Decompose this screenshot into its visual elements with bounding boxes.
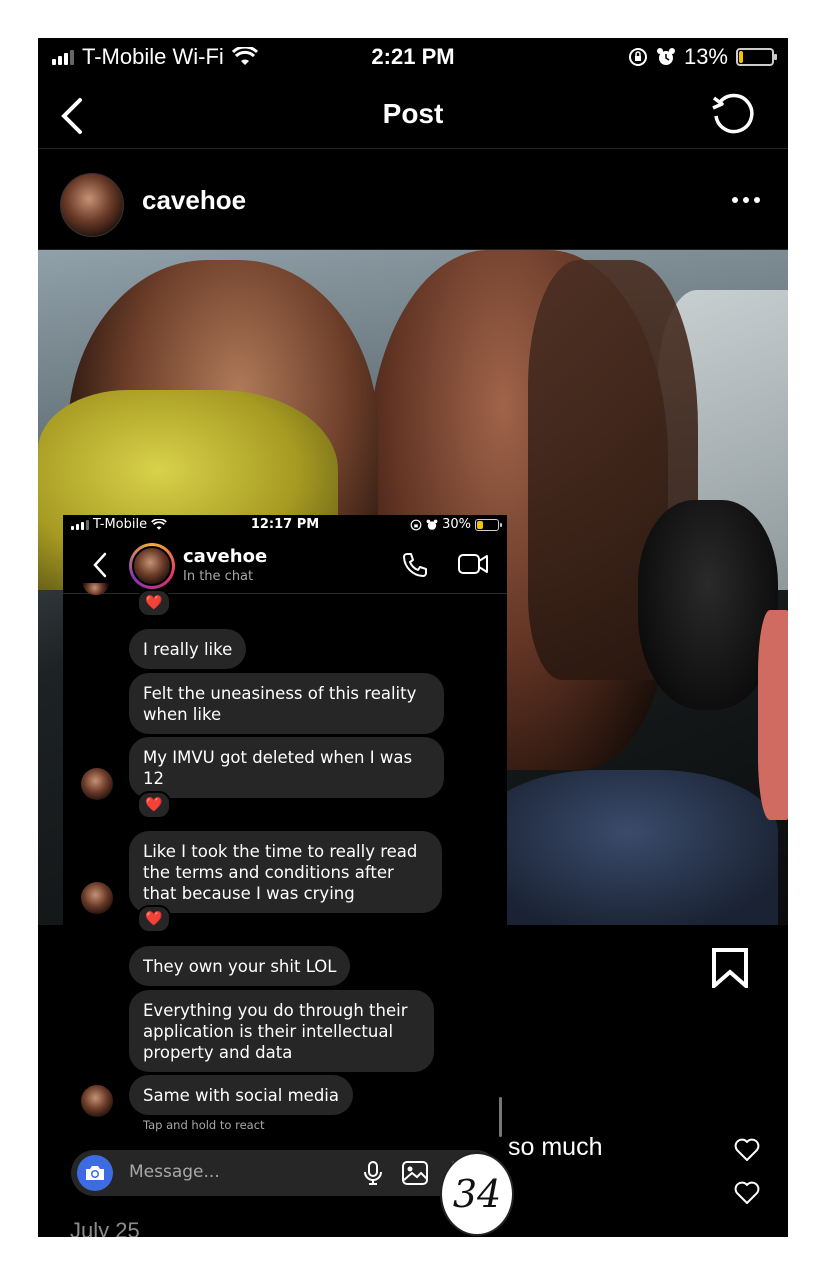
message-input[interactable]: Message... — [129, 1162, 220, 1182]
avatar — [132, 546, 172, 586]
phone-icon[interactable] — [401, 551, 429, 579]
status-right: 13% — [628, 44, 777, 70]
avatar — [81, 1085, 113, 1117]
nav-bar: Post — [38, 82, 788, 149]
refresh-icon[interactable] — [710, 92, 756, 138]
react-hint: Tap and hold to react — [143, 1118, 265, 1132]
message-bubble[interactable]: They own your shit LOL — [129, 946, 351, 986]
bookmark-icon[interactable] — [710, 948, 750, 988]
message-text: Everything you do through their applicat… — [143, 1000, 408, 1062]
dm-contact-name[interactable]: cavehoe — [183, 546, 267, 567]
dm-screenshot: T-Mobile 12:17 PM 30% cavehoe In the cha… — [63, 515, 507, 1205]
page-number: 34 — [440, 1152, 514, 1236]
battery-fill — [477, 520, 483, 529]
photo-bag — [638, 500, 778, 710]
post-date: July 25 — [70, 1218, 140, 1237]
status-bar: T-Mobile Wi-Fi 2:21 PM 13% — [38, 38, 788, 78]
camera-icon — [86, 1166, 104, 1180]
dm-contact-status: In the chat — [183, 569, 254, 584]
message-bubble[interactable]: Same with social media — [129, 1075, 353, 1115]
avatar — [81, 882, 113, 914]
message-text: My IMVU got deleted when I was 12 — [143, 747, 413, 788]
heart-reaction[interactable]: ❤️ — [137, 589, 171, 617]
avatar[interactable] — [60, 173, 124, 237]
battery-percent: 13% — [683, 44, 728, 69]
post-header: cavehoe — [38, 153, 788, 250]
back-chevron-icon[interactable] — [91, 551, 109, 579]
microphone-icon[interactable] — [363, 1160, 383, 1186]
page-title: Post — [382, 98, 444, 129]
rotation-lock-icon — [410, 519, 422, 530]
message-text: Like I took the time to really read the … — [143, 841, 418, 903]
heart-reaction[interactable]: ❤️ — [137, 791, 171, 819]
battery-icon — [475, 518, 502, 531]
camera-button[interactable] — [77, 1155, 113, 1191]
message-bubble[interactable]: I really like — [129, 629, 247, 669]
alarm-icon — [426, 519, 438, 530]
message-bubble[interactable]: Like I took the time to really read the … — [129, 831, 442, 913]
battery-icon — [736, 48, 777, 66]
video-call-icon[interactable] — [457, 551, 489, 577]
story-ring[interactable] — [129, 543, 175, 589]
scrollbar[interactable] — [499, 1097, 502, 1137]
heart-reaction[interactable]: ❤️ — [137, 905, 171, 933]
dm-status-bar: T-Mobile 12:17 PM 30% — [63, 515, 507, 535]
heart-icon[interactable] — [734, 1181, 760, 1205]
message-bubble[interactable]: My IMVU got deleted when I was 12 — [129, 737, 444, 798]
dm-battery-percent: 30% — [442, 517, 471, 532]
dm-header: cavehoe In the chat — [63, 537, 507, 594]
message-composer[interactable]: Message... — [71, 1150, 499, 1196]
gallery-icon[interactable] — [401, 1160, 429, 1186]
message-text: They own your shit LOL — [143, 956, 337, 976]
message-bubble[interactable]: Felt the uneasiness of this reality when… — [129, 673, 444, 734]
message-bubble[interactable]: Everything you do through their applicat… — [129, 990, 434, 1072]
photo-jeans — [478, 770, 778, 925]
heart-icon[interactable] — [734, 1138, 760, 1162]
photo-pink-sleeve — [758, 610, 788, 820]
message-text: Same with social media — [143, 1085, 339, 1105]
dm-status-right: 30% — [410, 517, 502, 532]
battery-fill — [739, 51, 743, 63]
post-username[interactable]: cavehoe — [142, 185, 246, 216]
more-options-icon[interactable] — [732, 197, 760, 203]
alarm-icon — [656, 48, 675, 65]
avatar — [81, 768, 113, 800]
message-text: I really like — [143, 639, 233, 659]
message-text: Felt the uneasiness of this reality when… — [143, 683, 417, 724]
rotation-lock-icon — [628, 48, 647, 66]
comment-text: so much — [508, 1133, 603, 1161]
